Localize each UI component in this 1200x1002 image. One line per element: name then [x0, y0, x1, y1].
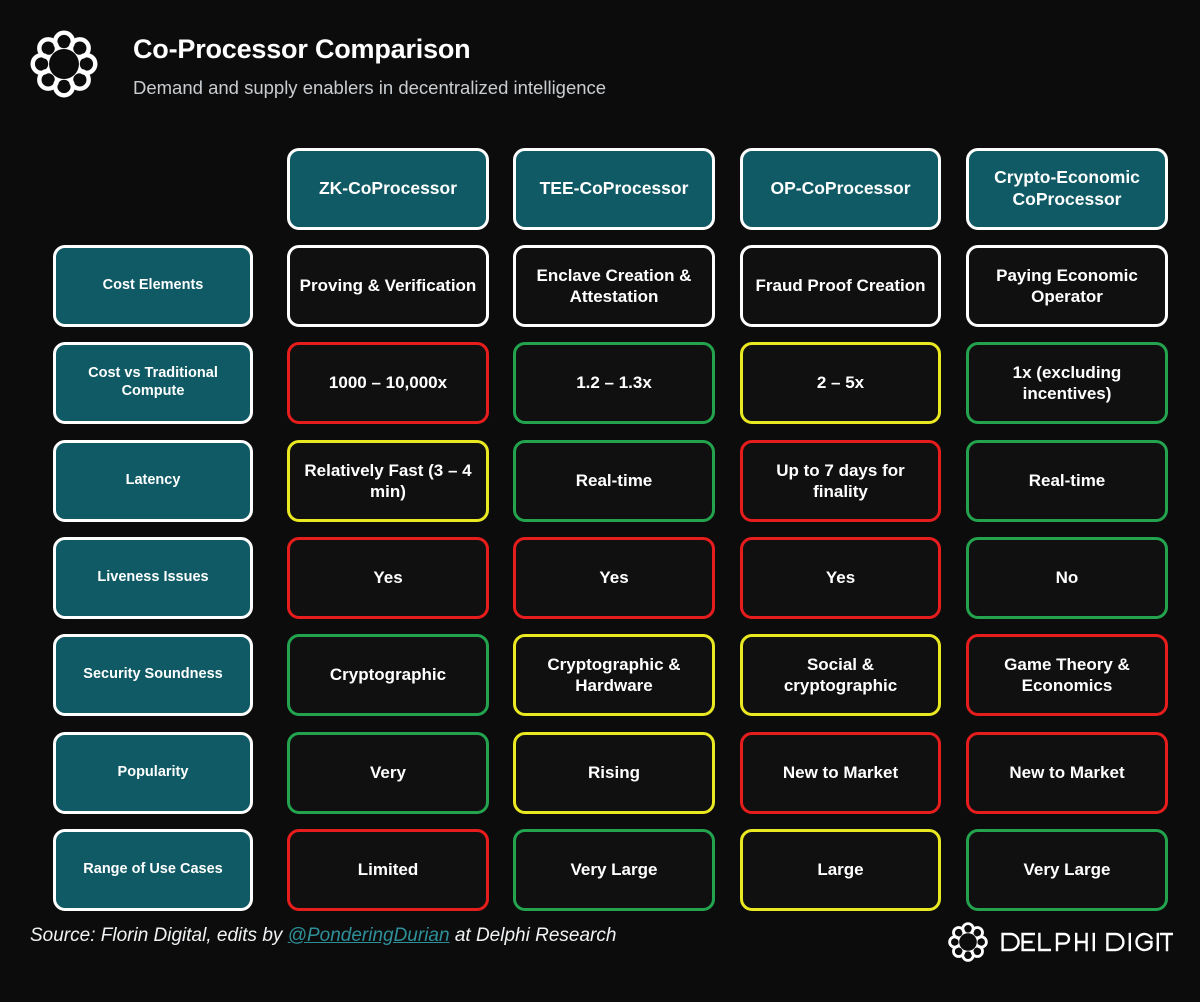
comparison-table: ZK-CoProcessor TEE-CoProcessor OP-CoProces…: [0, 0, 1200, 1002]
column-header: ZK-CoProcessor: [287, 148, 489, 230]
table-cell: 2 – 5x: [740, 342, 941, 424]
table-cell: Real-time: [966, 440, 1168, 522]
table-cell: Large: [740, 829, 941, 911]
row-label: Liveness Issues: [53, 537, 253, 619]
row-label: Range of Use Cases: [53, 829, 253, 911]
table-cell: Cryptographic & Hardware: [513, 634, 715, 716]
table-cell: 1000 – 10,000x: [287, 342, 489, 424]
table-cell: Limited: [287, 829, 489, 911]
row-label: Cost vs Traditional Compute: [53, 342, 253, 424]
pondering-durian-link[interactable]: @PonderingDurian: [288, 925, 450, 946]
table-cell: Up to 7 days for finality: [740, 440, 941, 522]
table-cell: 1x (excluding incentives): [966, 342, 1168, 424]
source-prefix: Source: Florin Digital, edits by: [30, 925, 288, 946]
table-cell: 1.2 – 1.3x: [513, 342, 715, 424]
table-cell: Cryptographic: [287, 634, 489, 716]
table-cell: Rising: [513, 732, 715, 814]
row-label: Security Soundness: [53, 634, 253, 716]
table-cell: Real-time: [513, 440, 715, 522]
delphi-digital-wordmark: [1001, 931, 1173, 953]
delphi-ring-logo-icon-footer: [948, 922, 988, 962]
table-cell: Yes: [287, 537, 489, 619]
column-header: TEE-CoProcessor: [513, 148, 715, 230]
table-cell: Yes: [740, 537, 941, 619]
table-cell: Very: [287, 732, 489, 814]
table-cell: Yes: [513, 537, 715, 619]
column-header: OP-CoProcessor: [740, 148, 941, 230]
source-attribution: Source: Florin Digital, edits by @Ponder…: [30, 925, 616, 947]
table-cell: Relatively Fast (3 – 4 min): [287, 440, 489, 522]
table-cell: Social & cryptographic: [740, 634, 941, 716]
table-cell: New to Market: [740, 732, 941, 814]
row-label: Latency: [53, 440, 253, 522]
table-cell: No: [966, 537, 1168, 619]
table-cell: New to Market: [966, 732, 1168, 814]
table-cell: Paying Economic Operator: [966, 245, 1168, 327]
table-cell: Game Theory & Economics: [966, 634, 1168, 716]
table-cell: Very Large: [513, 829, 715, 911]
row-label: Popularity: [53, 732, 253, 814]
column-header: Crypto-Economic CoProcessor: [966, 148, 1168, 230]
table-cell: Enclave Creation & Attestation: [513, 245, 715, 327]
row-label: Cost Elements: [53, 245, 253, 327]
table-cell: Fraud Proof Creation: [740, 245, 941, 327]
source-suffix: at Delphi Research: [450, 925, 617, 946]
table-cell: Very Large: [966, 829, 1168, 911]
delphi-digital-brand: [948, 920, 1172, 964]
table-cell: Proving & Verification: [287, 245, 489, 327]
